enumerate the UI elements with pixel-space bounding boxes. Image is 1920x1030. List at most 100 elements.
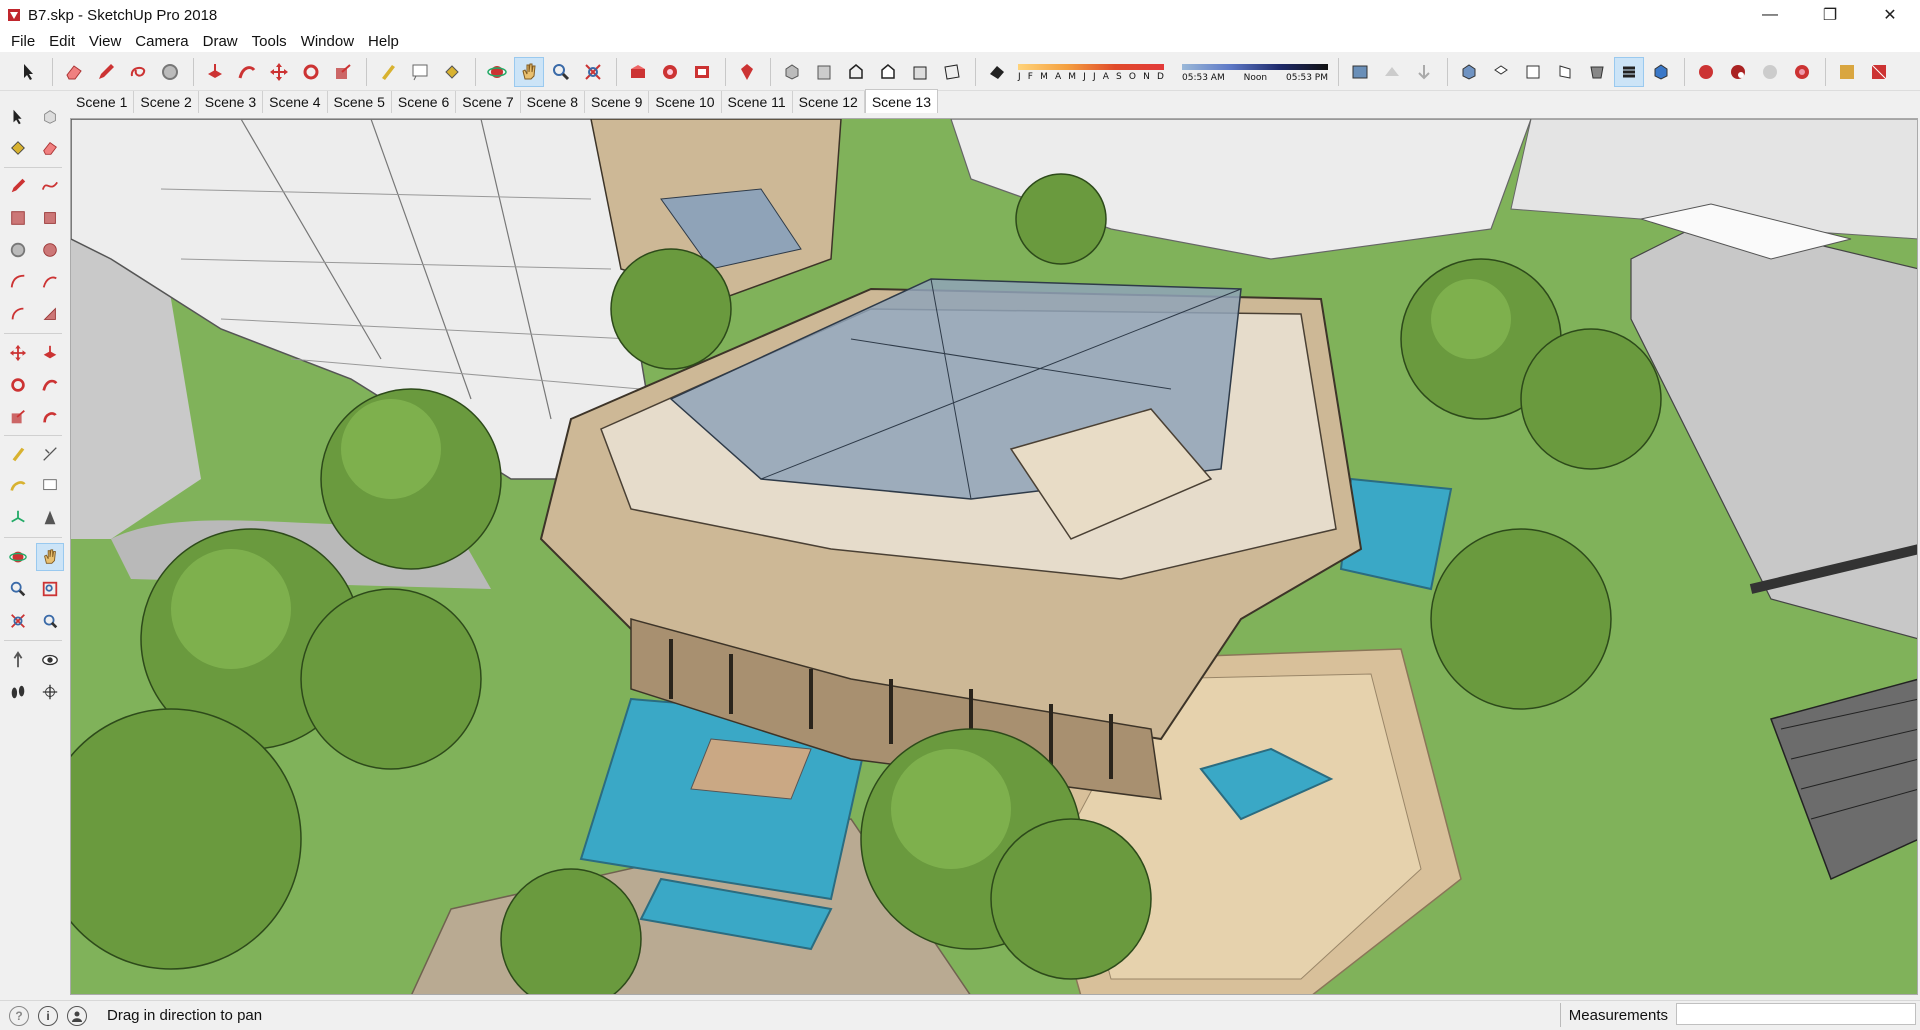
components-icon[interactable]: [687, 57, 717, 87]
text-icon[interactable]: [405, 57, 435, 87]
measurements-input[interactable]: [1676, 1003, 1916, 1025]
pencil-icon[interactable]: [91, 57, 121, 87]
restore-button[interactable]: ❐: [1800, 0, 1860, 30]
shadow-month-slider[interactable]: J F M A M J J A S O N D: [1018, 58, 1164, 86]
circle-icon[interactable]: [4, 236, 32, 264]
back-edges-icon[interactable]: [809, 57, 839, 87]
left-view-icon[interactable]: [1614, 56, 1644, 87]
menu-draw[interactable]: Draw: [196, 33, 245, 50]
vray-render-icon[interactable]: [1691, 57, 1721, 87]
axes-icon[interactable]: [4, 504, 32, 532]
iso-view-icon[interactable]: [1454, 57, 1484, 87]
shadow-time-slider[interactable]: 05:53 AM Noon 05:53 PM: [1182, 58, 1328, 86]
ruby-icon[interactable]: [732, 57, 762, 87]
select-icon[interactable]: [4, 103, 32, 131]
polygon-icon[interactable]: [36, 236, 64, 264]
frame-buffer-icon[interactable]: [1864, 57, 1894, 87]
section-plane-icon[interactable]: [36, 678, 64, 706]
vray-interactive-icon[interactable]: [1723, 57, 1753, 87]
3d-text-icon[interactable]: [36, 504, 64, 532]
scale-icon[interactable]: [328, 57, 358, 87]
zoom-extents-icon[interactable]: [578, 57, 608, 87]
close-button[interactable]: ✕: [1860, 0, 1920, 30]
offset-icon[interactable]: [36, 403, 64, 431]
xray-icon[interactable]: [777, 57, 807, 87]
orbit-icon[interactable]: [4, 543, 32, 571]
minimize-button[interactable]: —: [1740, 0, 1800, 30]
user-icon[interactable]: [67, 1005, 87, 1026]
scale-icon[interactable]: [4, 403, 32, 431]
rectangle-icon[interactable]: [4, 204, 32, 232]
rotated-rectangle-icon[interactable]: [36, 204, 64, 232]
walk-icon[interactable]: [4, 678, 32, 706]
bottom-view-icon[interactable]: [1646, 57, 1676, 87]
zoom-icon[interactable]: [546, 57, 576, 87]
text-icon[interactable]: [36, 472, 64, 500]
arrow-down-icon[interactable]: [1409, 57, 1439, 87]
scene-tab[interactable]: Scene 5: [327, 91, 392, 113]
zoom-icon[interactable]: [4, 575, 32, 603]
paint-bucket-icon[interactable]: [437, 57, 467, 87]
menu-view[interactable]: View: [82, 33, 128, 50]
hidden-line-icon[interactable]: [873, 57, 903, 87]
wireframe-icon[interactable]: [841, 57, 871, 87]
push-pull-icon[interactable]: [36, 339, 64, 367]
eraser-icon[interactable]: [59, 57, 89, 87]
freehand-icon[interactable]: [36, 172, 64, 200]
scene-tab[interactable]: Scene 3: [198, 91, 264, 113]
pan-icon[interactable]: [514, 56, 544, 87]
paint-bucket-icon[interactable]: [4, 134, 32, 162]
dimension-icon[interactable]: [36, 440, 64, 468]
lasso-icon[interactable]: [123, 57, 153, 87]
shaded-icon[interactable]: [905, 57, 935, 87]
position-camera-icon[interactable]: [4, 646, 32, 674]
zoom-window-icon[interactable]: [36, 575, 64, 603]
zoom-extents-icon[interactable]: [4, 607, 32, 635]
vray-batch-icon[interactable]: [1755, 57, 1785, 87]
scene-tab[interactable]: Scene 4: [263, 91, 328, 113]
scene-tab[interactable]: Scene 7: [456, 91, 521, 113]
model-viewport[interactable]: [70, 118, 1918, 995]
follow-me-icon[interactable]: [36, 371, 64, 399]
line-icon[interactable]: [4, 172, 32, 200]
pan-icon[interactable]: [36, 543, 64, 571]
menu-help[interactable]: Help: [361, 33, 406, 50]
sandbox-icon[interactable]: [1377, 57, 1407, 87]
protractor-icon[interactable]: [4, 472, 32, 500]
two-point-arc-icon[interactable]: [36, 268, 64, 296]
right-view-icon[interactable]: [1550, 57, 1580, 87]
push-pull-icon[interactable]: [200, 57, 230, 87]
move-icon[interactable]: [4, 339, 32, 367]
scene-tab[interactable]: Scene 8: [520, 91, 585, 113]
circle-icon[interactable]: [155, 57, 185, 87]
scene-tab[interactable]: Scene 1: [70, 91, 135, 113]
geo-location-icon[interactable]: ?: [9, 1005, 29, 1026]
three-point-arc-icon[interactable]: [4, 300, 32, 328]
scenes-icon[interactable]: [1345, 57, 1375, 87]
material-editor-icon[interactable]: [1832, 57, 1862, 87]
scene-tab[interactable]: Scene 12: [792, 91, 865, 113]
menu-camera[interactable]: Camera: [128, 33, 195, 50]
menu-window[interactable]: Window: [294, 33, 361, 50]
menu-edit[interactable]: Edit: [42, 33, 82, 50]
tape-measure-icon[interactable]: [373, 57, 403, 87]
previous-view-icon[interactable]: [36, 607, 64, 635]
back-view-icon[interactable]: [1582, 57, 1612, 87]
textured-icon[interactable]: [937, 57, 967, 87]
follow-me-icon[interactable]: [232, 57, 262, 87]
rotate-icon[interactable]: [296, 57, 326, 87]
arc-icon[interactable]: [4, 268, 32, 296]
rotate-icon[interactable]: [4, 371, 32, 399]
top-view-icon[interactable]: [1486, 57, 1516, 87]
pie-icon[interactable]: [36, 300, 64, 328]
extension-warehouse-icon[interactable]: [655, 57, 685, 87]
move-icon[interactable]: [264, 57, 294, 87]
vray-options-icon[interactable]: [1787, 57, 1817, 87]
info-icon[interactable]: i: [38, 1005, 58, 1026]
scene-tab[interactable]: Scene 9: [585, 91, 650, 113]
scene-tab-active[interactable]: Scene 13: [864, 89, 939, 113]
scene-tab[interactable]: Scene 6: [391, 91, 457, 113]
scene-tab[interactable]: Scene 10: [649, 91, 722, 113]
make-component-icon[interactable]: [36, 103, 64, 131]
menu-file[interactable]: File: [4, 33, 42, 50]
